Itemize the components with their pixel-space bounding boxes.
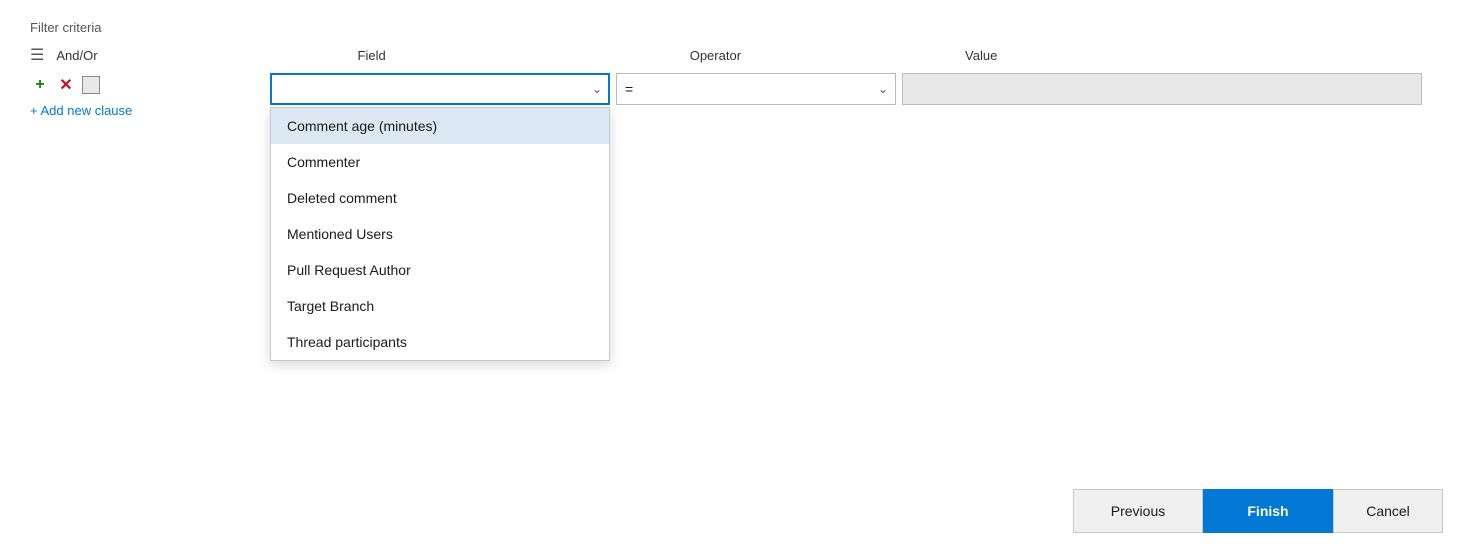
field-select-wrapper: ⌄ Comment age (minutes) Commenter Delete… (270, 73, 610, 105)
dropdown-item-target-branch[interactable]: Target Branch (271, 288, 609, 324)
field-dropdown-menu: Comment age (minutes) Commenter Deleted … (270, 107, 610, 361)
fields-section: ⌄ Comment age (minutes) Commenter Delete… (270, 73, 1437, 105)
operator-select[interactable]: = (616, 73, 896, 105)
value-input[interactable] (902, 73, 1422, 105)
dropdown-item-pull-request-author[interactable]: Pull Request Author (271, 252, 609, 288)
main-container: Filter criteria ☰ And/Or Field Operator … (0, 0, 1467, 146)
list-icon: ☰ (30, 45, 44, 65)
finish-button[interactable]: Finish (1203, 489, 1333, 533)
value-col-header: Value (965, 48, 997, 63)
previous-button[interactable]: Previous (1073, 489, 1203, 533)
left-panel: + ✕ + Add new clause (30, 73, 270, 118)
andor-label: And/Or (56, 48, 97, 63)
field-col-header: Field (358, 48, 386, 63)
header-row: ☰ And/Or Field Operator Value (30, 45, 1437, 65)
cancel-button[interactable]: Cancel (1333, 489, 1443, 533)
add-new-clause-button[interactable]: + Add new clause (30, 103, 270, 118)
bottom-bar: Previous Finish Cancel (1049, 473, 1467, 549)
icon-row: + ✕ (30, 75, 270, 95)
dropdown-item-thread-participants[interactable]: Thread participants (271, 324, 609, 360)
dropdown-item-deleted-comment[interactable]: Deleted comment (271, 180, 609, 216)
dropdown-item-commenter[interactable]: Commenter (271, 144, 609, 180)
remove-clause-icon-button[interactable]: ✕ (56, 75, 76, 95)
clause-checkbox[interactable] (82, 76, 100, 94)
field-select[interactable] (270, 73, 610, 105)
operator-select-wrapper: = ⌄ (616, 73, 896, 105)
value-input-wrapper (902, 73, 1422, 105)
dropdown-item-mentioned-users[interactable]: Mentioned Users (271, 216, 609, 252)
filter-criteria-label: Filter criteria (30, 20, 1437, 35)
controls-row: + ✕ + Add new clause ⌄ Comment age (minu… (30, 73, 1437, 118)
dropdown-item-comment-age[interactable]: Comment age (minutes) (271, 108, 609, 144)
add-clause-icon-button[interactable]: + (30, 75, 50, 95)
operator-col-header: Operator (690, 48, 741, 63)
